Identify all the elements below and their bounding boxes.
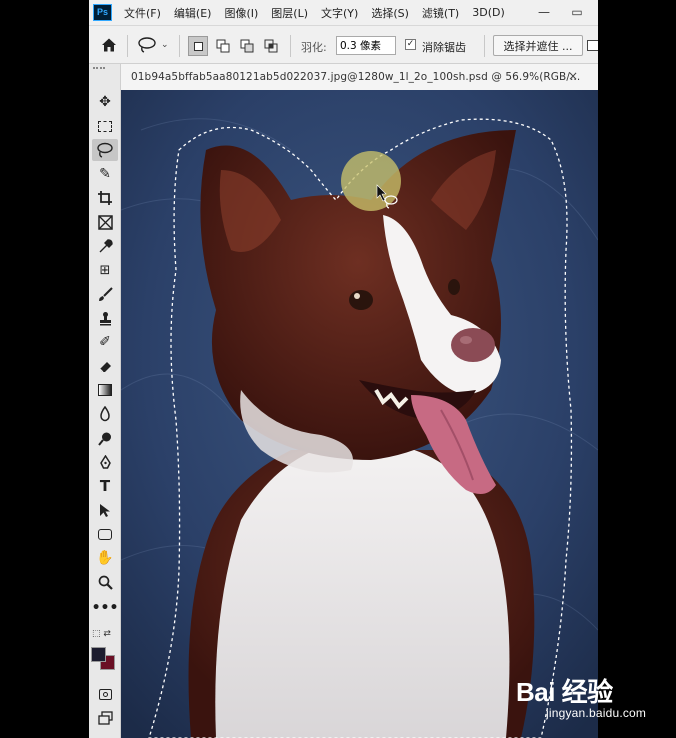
brush-icon <box>98 286 113 301</box>
chevron-down-icon: ⌄ <box>161 40 169 50</box>
restore-button[interactable]: ▭ <box>567 4 587 20</box>
zoom-tool[interactable] <box>92 571 118 593</box>
move-tool[interactable]: ✥ <box>92 91 118 113</box>
screen-mode-button[interactable] <box>92 707 118 729</box>
divider <box>484 35 485 57</box>
eyedropper-tool[interactable] <box>92 235 118 257</box>
select-and-mask-button[interactable]: 选择并遮住 ... <box>493 35 583 56</box>
gradient-tool[interactable] <box>92 379 118 401</box>
watermark-brand: Bai 经验 <box>516 677 613 707</box>
divider <box>290 35 291 57</box>
clone-stamp-tool[interactable] <box>92 307 118 329</box>
marquee-icon <box>98 120 112 132</box>
antialias-label: 消除锯齿 <box>422 41 466 54</box>
divider <box>127 35 128 57</box>
select-and-mask-label: 选择并遮住 ... <box>503 39 573 53</box>
zoom-icon <box>98 575 113 590</box>
menu-type[interactable]: 文字(Y) <box>321 5 358 21</box>
quick-mask-icon <box>98 688 112 700</box>
lasso-tool[interactable] <box>92 139 118 161</box>
feather-input[interactable] <box>336 36 396 55</box>
baidu-watermark: Bai 经验 jingyan.baidu.com <box>512 672 662 732</box>
move-icon: ✥ <box>99 94 111 110</box>
bandage-icon: ⊞ <box>99 262 111 278</box>
eyedropper-icon <box>99 238 113 252</box>
menu-image[interactable]: 图像(I) <box>224 5 258 21</box>
healing-brush-tool[interactable]: ⊞ <box>92 259 118 281</box>
menu-3d[interactable]: 3D(D) <box>472 6 505 19</box>
add-to-selection-button[interactable] <box>213 36 233 56</box>
document-tab-title: 01b94a5bffab5aa80121ab5d022037.jpg@1280w… <box>131 71 581 83</box>
type-tool[interactable]: T <box>92 475 118 497</box>
frame-tool[interactable] <box>92 211 118 233</box>
tools-panel: ✥ ✎ ⊞ ✐ T ✋ ••• ⬚ ⇄ <box>89 64 121 738</box>
photoshop-logo: Ps <box>93 4 112 21</box>
history-brush-icon: ✐ <box>99 334 111 350</box>
ellipsis-icon: ••• <box>91 600 119 616</box>
canvas-artwork <box>121 90 598 738</box>
path-select-tool[interactable] <box>92 499 118 521</box>
menu-bar: Ps 文件(F) 编辑(E) 图像(I) 图层(L) 文字(Y) 选择(S) 滤… <box>89 0 598 25</box>
cursor-highlight <box>341 151 401 211</box>
rectangle-icon <box>98 528 112 540</box>
panel-toggle-icon[interactable] <box>587 40 598 51</box>
blur-tool[interactable] <box>92 403 118 425</box>
color-swap-icon[interactable]: ⬚ ⇄ <box>92 629 116 641</box>
dodge-tool[interactable] <box>92 427 118 449</box>
more-tools[interactable]: ••• <box>91 597 119 619</box>
menu-layer[interactable]: 图层(L) <box>271 5 308 21</box>
brush-tool[interactable] <box>92 283 118 305</box>
lasso-icon <box>97 142 113 158</box>
options-bar: ⌄ 羽化: ✓ 消除锯齿 选择并遮住 ... <box>89 25 598 64</box>
menu-filter[interactable]: 滤镜(T) <box>422 5 459 21</box>
menu-edit[interactable]: 编辑(E) <box>174 5 212 21</box>
tool-preset-picker[interactable]: ⌄ <box>137 36 169 54</box>
type-icon: T <box>99 477 111 495</box>
intersect-selection-button[interactable] <box>261 36 281 56</box>
document-canvas[interactable] <box>121 90 598 738</box>
minimize-button[interactable]: — <box>534 4 554 20</box>
divider <box>179 35 180 57</box>
crop-tool[interactable] <box>92 187 118 209</box>
feather-label: 羽化: <box>301 41 327 54</box>
dodge-icon <box>97 432 111 446</box>
stamp-icon <box>99 311 111 325</box>
gradient-icon <box>98 384 112 396</box>
screen-mode-icon <box>97 711 113 725</box>
pen-icon <box>99 454 111 469</box>
new-selection-button[interactable] <box>188 36 208 56</box>
hand-tool[interactable]: ✋ <box>92 547 118 569</box>
watermark-url: jingyan.baidu.com <box>546 706 647 720</box>
quick-select-icon: ✎ <box>99 166 111 182</box>
close-icon[interactable]: × <box>568 69 578 83</box>
hand-icon: ✋ <box>96 550 114 566</box>
pen-tool[interactable] <box>92 451 118 473</box>
arrow-icon <box>100 503 110 517</box>
crop-icon <box>98 191 112 205</box>
panel-grip-icon[interactable] <box>93 67 105 71</box>
lasso-icon <box>138 37 156 53</box>
photoshop-window: Ps 文件(F) 编辑(E) 图像(I) 图层(L) 文字(Y) 选择(S) 滤… <box>89 0 598 738</box>
shape-tool[interactable] <box>92 523 118 545</box>
history-brush-tool[interactable]: ✐ <box>92 331 118 353</box>
quick-select-tool[interactable]: ✎ <box>92 163 118 185</box>
eraser-tool[interactable] <box>92 355 118 377</box>
home-icon[interactable] <box>101 37 117 56</box>
frame-icon <box>97 214 113 230</box>
foreground-color-swatch[interactable] <box>91 647 106 662</box>
document-tab[interactable]: 01b94a5bffab5aa80121ab5d022037.jpg@1280w… <box>121 64 598 90</box>
marquee-tool[interactable] <box>92 115 118 137</box>
eraser-icon <box>99 361 111 372</box>
subtract-from-selection-button[interactable] <box>237 36 257 56</box>
blur-icon <box>100 406 110 422</box>
antialias-checkbox[interactable]: ✓ <box>405 39 416 50</box>
document-tab-bar: 01b94a5bffab5aa80121ab5d022037.jpg@1280w… <box>121 64 598 90</box>
menu-select[interactable]: 选择(S) <box>371 5 409 21</box>
menu-file[interactable]: 文件(F) <box>124 5 161 21</box>
quick-mask-button[interactable] <box>92 683 118 705</box>
